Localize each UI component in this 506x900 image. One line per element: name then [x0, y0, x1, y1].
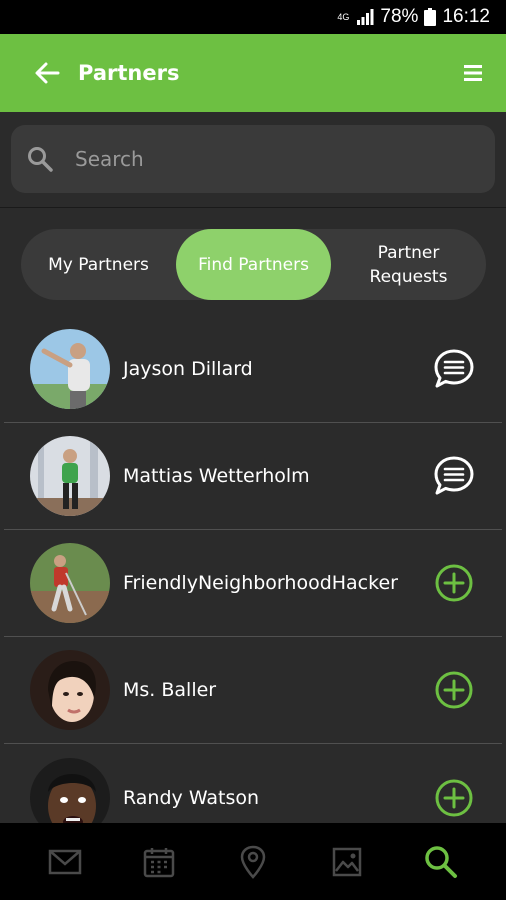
mail-icon [48, 849, 82, 874]
network-type: 4G [337, 11, 350, 22]
add-icon[interactable] [432, 561, 476, 605]
message-icon[interactable] [432, 347, 476, 391]
search-icon [425, 845, 457, 878]
back-arrow-icon[interactable] [34, 60, 60, 86]
tab-partner-requests[interactable]: Partner Requests [331, 229, 486, 300]
status-bar: 4G 78% 16:12 [0, 0, 506, 34]
partner-tabs: My Partners Find Partners Partner Reques… [21, 229, 486, 300]
nav-location[interactable] [229, 838, 277, 886]
add-icon[interactable] [432, 668, 476, 712]
calendar-icon [143, 847, 175, 877]
avatar [30, 543, 110, 623]
nav-gallery[interactable] [323, 838, 371, 886]
partner-name: Ms. Baller [123, 679, 217, 701]
battery-icon [424, 8, 437, 26]
message-icon[interactable] [432, 454, 476, 498]
list-item[interactable]: Mattias Wetterholm [4, 423, 502, 530]
gallery-icon [332, 847, 362, 876]
search-box[interactable] [11, 125, 495, 193]
list-item[interactable]: Jayson Dillard [4, 316, 502, 423]
list-item[interactable]: FriendlyNeighborhoodHacker [4, 530, 502, 637]
list-item[interactable]: Ms. Baller [4, 637, 502, 744]
signal-icon [357, 9, 374, 25]
tab-find-partners[interactable]: Find Partners [176, 229, 331, 300]
add-icon[interactable] [432, 776, 476, 820]
partner-name: Randy Watson [123, 786, 260, 809]
clock: 16:12 [442, 6, 490, 27]
nav-mail[interactable] [41, 838, 89, 886]
search-icon [28, 147, 53, 172]
partner-name: Jayson Dillard [123, 358, 253, 380]
search-input[interactable] [75, 147, 455, 171]
partner-list: Jayson Dillard Mattias Wetterholm Friend… [0, 316, 506, 851]
avatar [30, 329, 110, 409]
page-title: Partners [78, 61, 180, 85]
bottom-nav [0, 823, 506, 900]
avatar [30, 650, 110, 730]
partner-name: Mattias Wetterholm [123, 465, 310, 487]
nav-calendar[interactable] [135, 838, 183, 886]
tab-my-partners[interactable]: My Partners [21, 229, 176, 300]
battery-percent: 78% [380, 6, 419, 27]
menu-icon[interactable] [462, 63, 484, 83]
search-bar [0, 112, 506, 208]
app-bar: Partners [0, 34, 506, 112]
location-pin-icon [240, 845, 266, 879]
avatar [30, 436, 110, 516]
nav-search[interactable] [417, 838, 465, 886]
partner-name: FriendlyNeighborhoodHacker [123, 572, 398, 594]
